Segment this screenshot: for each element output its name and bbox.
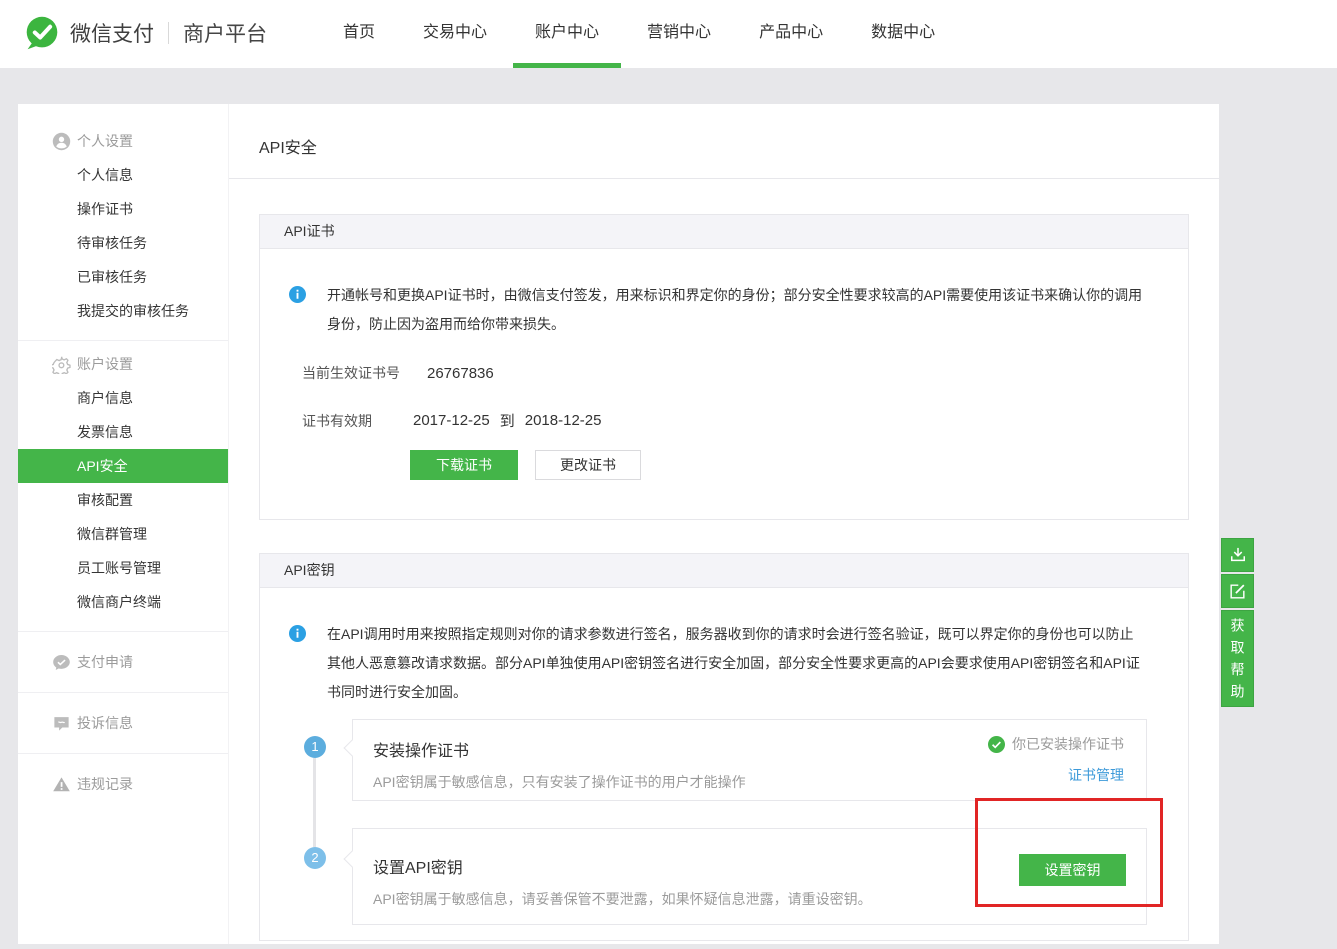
page-background: 个人设置 个人信息 操作证书 待审核任务 已审核任务 我提交的审核任务 账户设置…	[0, 68, 1337, 949]
sidebar-item-wechat-group[interactable]: 微信群管理	[18, 517, 228, 551]
nav-marketing-center[interactable]: 营销中心	[625, 0, 733, 68]
top-header: 微信支付 商户平台 首页 交易中心 账户中心 营销中心 产品中心 数据中心	[0, 0, 1337, 68]
wechat-pay-logo-icon	[24, 15, 60, 51]
nav-data-center[interactable]: 数据中心	[849, 0, 957, 68]
api-key-card-title: API密钥	[260, 554, 1188, 588]
user-icon	[52, 132, 71, 151]
sidebar-group-title-personal[interactable]: 个人设置	[18, 124, 228, 158]
key-setup-steps: 1 安装操作证书 API密钥属于敏感信息，只有安装了操作证书的用户才能操作	[289, 719, 1147, 940]
chat-check-icon	[52, 653, 71, 672]
platform-name: 商户平台	[183, 18, 267, 48]
step-1-notch	[344, 740, 361, 757]
sidebar-group-payment-apply: 支付申请	[18, 631, 228, 692]
step-2-box: 设置API密钥 API密钥属于敏感信息，请妥善保管不要泄露，如果怀疑信息泄露，请…	[352, 828, 1147, 925]
page-header: API安全	[229, 104, 1219, 179]
cert-info-row: 开通帐号和更换API证书时，由微信支付签发，用来标识和界定你的身份；部分安全性要…	[289, 281, 1147, 339]
nav-product-center[interactable]: 产品中心	[737, 0, 845, 68]
content-panel: 个人设置 个人信息 操作证书 待审核任务 已审核任务 我提交的审核任务 账户设置…	[18, 104, 1219, 944]
gear-icon	[52, 355, 71, 374]
cert-validity-row: 证书有效期 2017-12-25 到 2018-12-25	[302, 410, 1147, 431]
brand-logo: 微信支付 商户平台	[24, 15, 267, 51]
edit-icon	[1228, 582, 1247, 601]
step-connector-line	[313, 758, 316, 847]
step-2-title: 设置API密钥	[373, 854, 1126, 878]
cert-info-text: 开通帐号和更换API证书时，由微信支付签发，用来标识和界定你的身份；部分安全性要…	[327, 281, 1147, 339]
nav-account-center[interactable]: 账户中心	[513, 0, 621, 68]
key-info-text: 在API调用时用来按照指定规则对你的请求参数进行签名，服务器收到你的请求时会进行…	[327, 620, 1147, 707]
floating-helper: 获取帮助	[1221, 538, 1254, 709]
sidebar-group-personal-settings: 个人设置 个人信息 操作证书 待审核任务 已审核任务 我提交的审核任务	[18, 124, 228, 340]
cert-buttons-row: 下载证书 更改证书	[410, 450, 1147, 480]
step-1-status-line: 你已安装操作证书	[988, 734, 1124, 754]
sidebar-item-personal-info[interactable]: 个人信息	[18, 158, 228, 192]
step-install-cert: 1 安装操作证书 API密钥属于敏感信息，只有安装了操作证书的用户才能操作	[289, 719, 1147, 801]
sidebar-item-operation-cert[interactable]: 操作证书	[18, 192, 228, 226]
sidebar-item-api-security[interactable]: API安全	[18, 449, 228, 483]
nav-home[interactable]: 首页	[321, 0, 397, 68]
sidebar-item-pending-review[interactable]: 待审核任务	[18, 226, 228, 260]
sidebar-group-title-complaints[interactable]: 投诉信息	[18, 706, 228, 740]
sidebar-group-violations: 违规记录	[18, 753, 228, 814]
api-cert-card-body: 开通帐号和更换API证书时，由微信支付签发，用来标识和界定你的身份；部分安全性要…	[260, 249, 1188, 480]
step-1-badge: 1	[304, 736, 326, 758]
chat-bubble-icon	[52, 714, 71, 733]
download-icon	[1228, 545, 1248, 565]
helper-feedback-button[interactable]	[1221, 574, 1254, 608]
step-2-desc: API密钥属于敏感信息，请妥善保管不要泄露，如果怀疑信息泄露，请重设密钥。	[373, 889, 1126, 909]
step-2-notch	[344, 851, 361, 868]
api-key-card: API密钥 在API调用时用来按照指定规则对你的请求参数进行签名，服务器收到你的…	[259, 553, 1189, 941]
top-nav: 首页 交易中心 账户中心 营销中心 产品中心 数据中心	[321, 0, 961, 68]
cert-validity-label: 证书有效期	[302, 411, 413, 431]
step-1-status-text: 你已安装操作证书	[1012, 734, 1124, 754]
sidebar-item-invoice-info[interactable]: 发票信息	[18, 415, 228, 449]
sidebar-item-my-submitted-review[interactable]: 我提交的审核任务	[18, 294, 228, 328]
sidebar-item-merchant-info[interactable]: 商户信息	[18, 381, 228, 415]
set-key-button[interactable]: 设置密钥	[1019, 854, 1126, 886]
check-circle-icon	[988, 736, 1005, 753]
info-icon	[289, 625, 306, 642]
info-icon	[289, 286, 306, 303]
logo-divider	[168, 22, 169, 44]
brand-name: 微信支付	[70, 18, 154, 48]
helper-get-help-button[interactable]: 获取帮助	[1221, 610, 1254, 707]
sidebar-group-title-account[interactable]: 账户设置	[18, 347, 228, 381]
sidebar-group-complaints: 投诉信息	[18, 692, 228, 753]
step-2-badge: 2	[304, 847, 326, 869]
helper-download-button[interactable]	[1221, 538, 1254, 572]
cert-number-label: 当前生效证书号	[302, 363, 427, 383]
api-cert-card: API证书 开通帐号和更换API证书时，由微信支付签发，用来标识和界定你的身份；…	[259, 214, 1189, 520]
sidebar-group-account-settings: 账户设置 商户信息 发票信息 API安全 审核配置 微信群管理 员工账号管理 微…	[18, 340, 228, 631]
sidebar-item-staff-account[interactable]: 员工账号管理	[18, 551, 228, 585]
page-title: API安全	[229, 104, 1219, 158]
cert-manage-link[interactable]: 证书管理	[1068, 765, 1124, 785]
api-cert-card-title: API证书	[260, 215, 1188, 249]
cert-validity-to: 2018-12-25	[525, 412, 602, 429]
warning-triangle-icon	[52, 775, 71, 794]
step-1-status: 你已安装操作证书 证书管理	[988, 734, 1124, 785]
key-info-row: 在API调用时用来按照指定规则对你的请求参数进行签名，服务器收到你的请求时会进行…	[289, 620, 1147, 707]
sidebar-item-reviewed[interactable]: 已审核任务	[18, 260, 228, 294]
cert-validity-from: 2017-12-25	[413, 412, 490, 429]
cert-number-row: 当前生效证书号 26767836	[302, 363, 1147, 383]
change-cert-button[interactable]: 更改证书	[535, 450, 641, 480]
cert-validity-joiner: 到	[500, 410, 515, 431]
cert-number-value: 26767836	[427, 365, 494, 382]
api-key-card-body: 在API调用时用来按照指定规则对你的请求参数进行签名，服务器收到你的请求时会进行…	[260, 588, 1188, 940]
step-1-box: 安装操作证书 API密钥属于敏感信息，只有安装了操作证书的用户才能操作	[352, 719, 1147, 801]
main-content: API安全 API证书 开通帐号和更换API证书时，由微信支付签发，用来标	[228, 104, 1219, 944]
page-content: API证书 开通帐号和更换API证书时，由微信支付签发，用来标识和界定你的身份；…	[229, 179, 1219, 941]
sidebar: 个人设置 个人信息 操作证书 待审核任务 已审核任务 我提交的审核任务 账户设置…	[18, 104, 228, 944]
sidebar-item-review-config[interactable]: 审核配置	[18, 483, 228, 517]
sidebar-group-title-violations[interactable]: 违规记录	[18, 767, 228, 801]
step-set-api-key: 2 设置API密钥 API密钥属于敏感信息，请妥善保管不要泄露，如果怀疑信息泄露…	[289, 828, 1147, 925]
sidebar-item-merchant-terminal[interactable]: 微信商户终端	[18, 585, 228, 619]
nav-transaction-center[interactable]: 交易中心	[401, 0, 509, 68]
download-cert-button[interactable]: 下载证书	[410, 450, 518, 480]
sidebar-group-title-payment-apply[interactable]: 支付申请	[18, 645, 228, 679]
